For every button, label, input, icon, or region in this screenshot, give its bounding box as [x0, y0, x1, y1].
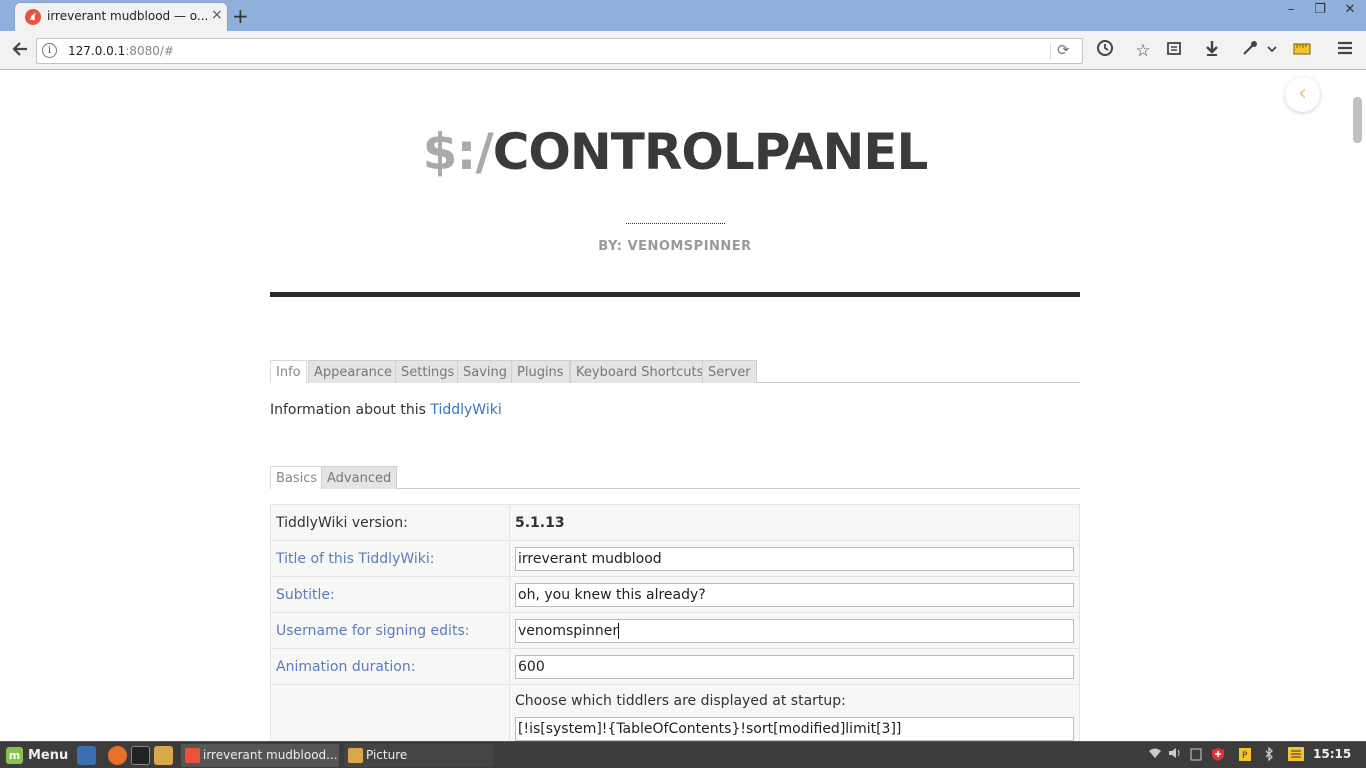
- restore-button[interactable]: ❐: [1307, 2, 1333, 22]
- title-input[interactable]: irreverant mudblood: [515, 546, 1074, 571]
- byline: BY: VENOMSPINNER: [598, 239, 752, 254]
- scrollbar-thumb[interactable]: [1353, 97, 1362, 143]
- browser-titlebar: irreverant mudblood — o... × + – ❐ ✕: [0, 0, 1366, 31]
- back-arrow-icon: [12, 42, 27, 56]
- browser-toolbar: i 127.0.0.1:8080/# ⟳ ☆: [0, 31, 1366, 70]
- animation-label-link[interactable]: Animation duration:: [270, 648, 510, 685]
- close-window-button[interactable]: ✕: [1337, 2, 1363, 22]
- version-value: 5.1.13: [515, 514, 565, 531]
- extension-icon[interactable]: [1238, 39, 1262, 63]
- files-icon[interactable]: [154, 746, 173, 765]
- task-browser[interactable]: irreverant mudblood...: [181, 744, 339, 767]
- table-row: Subtitle: oh, you knew this already?: [270, 576, 1080, 613]
- scrollbar[interactable]: [1349, 71, 1366, 741]
- username-input-value: venomspinner: [518, 622, 619, 639]
- dropdown-icon[interactable]: [1260, 39, 1284, 63]
- back-button[interactable]: [8, 39, 32, 63]
- default-tiddlers-input[interactable]: [!is[system]!{TableOfContents}!sort[modi…: [515, 717, 1074, 741]
- dotted-divider: [626, 223, 725, 224]
- tab-keyboard-shortcuts[interactable]: Keyboard Shortcuts: [570, 360, 710, 383]
- svg-text:P: P: [1242, 751, 1248, 761]
- table-row: Choose which tiddlers are displayed at s…: [270, 684, 1080, 741]
- table-row: Username for signing edits: venomspinner: [270, 612, 1080, 649]
- start-menu-button[interactable]: m Menu: [4, 745, 68, 766]
- controlpanel-tabs: Info Appearance Settings Saving Plugins …: [270, 360, 1080, 383]
- clock[interactable]: 15:15: [1313, 747, 1351, 761]
- clipboard-icon[interactable]: [1190, 747, 1202, 765]
- table-row: TiddlyWiki version: 5.1.13: [270, 504, 1080, 541]
- clipboard-manager-icon[interactable]: P: [1238, 747, 1252, 766]
- browser-tab[interactable]: irreverant mudblood — o... ×: [14, 2, 228, 31]
- startup-label-cell: [270, 684, 510, 741]
- sidebar-toggle-button[interactable]: ‹: [1285, 77, 1320, 112]
- tiddlywiki-favicon-icon: [25, 9, 41, 25]
- tab-close-icon[interactable]: ×: [211, 7, 223, 23]
- site-info-icon[interactable]: i: [42, 43, 57, 58]
- page-title: $:/CONTROLPANEL: [422, 123, 929, 181]
- tab-advanced[interactable]: Advanced: [321, 466, 398, 489]
- table-row: Title of this TiddlyWiki: irreverant mud…: [270, 540, 1080, 577]
- tab-info[interactable]: Info: [270, 360, 307, 383]
- username-label-link[interactable]: Username for signing edits:: [270, 612, 510, 649]
- version-label: TiddlyWiki version:: [270, 504, 510, 541]
- version-value-cell: 5.1.13: [509, 504, 1080, 541]
- mint-logo-icon: m: [6, 747, 23, 764]
- browser-task-icon: [185, 748, 200, 763]
- tab-appearance[interactable]: Appearance: [308, 360, 399, 383]
- download-icon[interactable]: [1200, 39, 1224, 63]
- os-taskbar: m Menu irreverant mudblood... Picture P 1…: [0, 741, 1366, 768]
- address-bar[interactable]: i 127.0.0.1:8080/# ⟳: [36, 38, 1083, 64]
- terminal-icon[interactable]: [131, 746, 150, 765]
- tab-saving[interactable]: Saving: [457, 360, 514, 383]
- folder-icon: [348, 748, 363, 763]
- tab-basics[interactable]: Basics: [270, 466, 324, 489]
- page-viewport: ‹ $:/CONTROLPANEL BY: VENOMSPINNER Info …: [0, 71, 1366, 741]
- startup-label: Choose which tiddlers are displayed at s…: [515, 693, 846, 709]
- subtitle-label-link[interactable]: Subtitle:: [270, 576, 510, 613]
- history-icon[interactable]: [1093, 39, 1117, 63]
- wifi-icon[interactable]: [1148, 747, 1162, 763]
- info-description: Information about this TiddlyWiki: [270, 402, 502, 418]
- basics-table: TiddlyWiki version: 5.1.13 Title of this…: [270, 504, 1080, 741]
- text-caret: [618, 622, 620, 639]
- minimize-button[interactable]: –: [1278, 2, 1304, 22]
- title-label-link[interactable]: Title of this TiddlyWiki:: [270, 540, 510, 577]
- tiddlywiki-link[interactable]: TiddlyWiki: [430, 402, 501, 418]
- star-icon[interactable]: ☆: [1131, 39, 1155, 63]
- table-row: Animation duration: 600: [270, 648, 1080, 685]
- tab-settings[interactable]: Settings: [395, 360, 461, 383]
- animation-duration-input[interactable]: 600: [515, 654, 1074, 679]
- title-rule: [270, 292, 1080, 297]
- subtitle-input[interactable]: oh, you knew this already?: [515, 582, 1074, 607]
- tab-title: irreverant mudblood — o...: [47, 9, 207, 23]
- hamburger-menu-icon[interactable]: [1333, 39, 1357, 63]
- username-input[interactable]: venomspinner: [515, 618, 1074, 643]
- show-desktop-icon[interactable]: [77, 746, 96, 765]
- url-separator: [1050, 43, 1051, 60]
- notes-icon[interactable]: [1288, 747, 1304, 765]
- url-text[interactable]: 127.0.0.1:8080/#: [68, 44, 174, 58]
- ruler-icon[interactable]: [1290, 39, 1314, 63]
- bluetooth-icon[interactable]: [1264, 746, 1274, 765]
- volume-icon[interactable]: [1168, 747, 1182, 763]
- shield-icon[interactable]: [1211, 747, 1225, 766]
- info-subtabs: Basics Advanced: [270, 466, 1080, 489]
- tab-server[interactable]: Server: [702, 360, 757, 383]
- tab-plugins[interactable]: Plugins: [511, 360, 570, 383]
- reload-icon[interactable]: ⟳: [1057, 41, 1070, 59]
- firefox-icon[interactable]: [108, 746, 127, 765]
- new-tab-button[interactable]: +: [232, 4, 249, 28]
- reading-list-icon[interactable]: [1162, 39, 1186, 63]
- task-picture-folder[interactable]: Picture: [344, 744, 494, 767]
